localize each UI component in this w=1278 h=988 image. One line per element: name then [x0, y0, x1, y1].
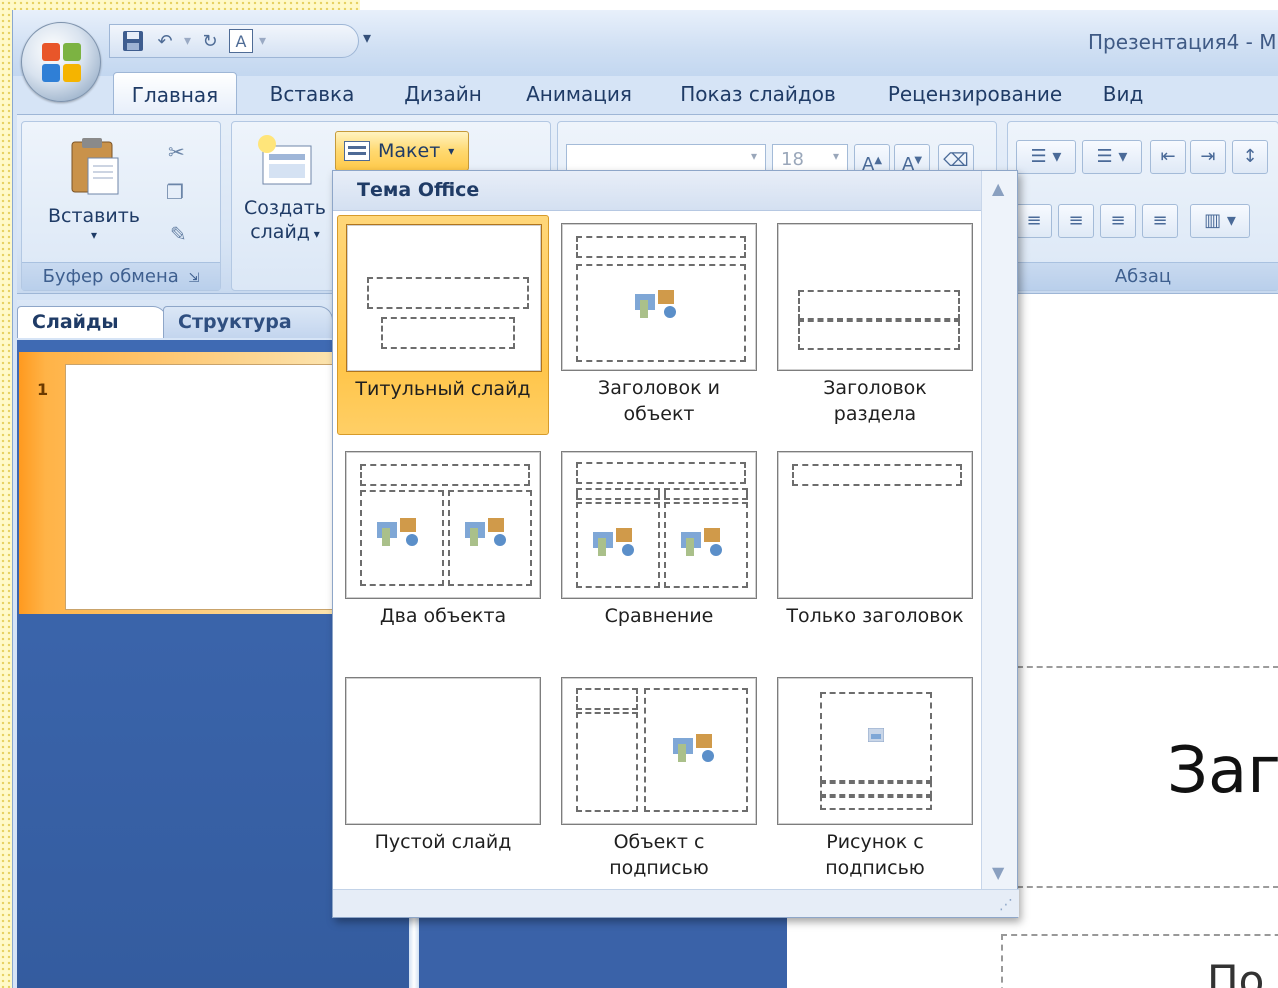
content-picture-icon: [681, 528, 722, 556]
layout-thumbnail: [345, 451, 541, 599]
gallery-footer: ⋰: [333, 889, 1019, 917]
customize-qat-icon[interactable]: ▾: [363, 28, 371, 47]
content-picture-icon: [593, 528, 634, 556]
layout-label: Заголовок и объект: [598, 377, 720, 425]
layout-title-slide[interactable]: Титульный слайд: [337, 215, 549, 435]
content-picture-icon: [673, 734, 714, 762]
scroll-down-icon[interactable]: ▼: [992, 863, 1004, 882]
layout-title-only[interactable]: Только заголовок: [769, 443, 981, 663]
slide-thumbnail[interactable]: [65, 364, 343, 610]
dialog-launcher-icon[interactable]: ⇲: [189, 271, 200, 286]
layout-thumbnail: [345, 677, 541, 825]
layout-label: Объект с подписью: [609, 831, 709, 879]
content-picture-icon: [635, 290, 676, 318]
office-button[interactable]: [21, 22, 101, 102]
line-spacing-icon[interactable]: ↕: [1232, 140, 1268, 174]
layout-comparison[interactable]: Сравнение: [553, 443, 765, 663]
layout-gallery: Тема Office ▲ ▼ Титульный слайд Заголово…: [332, 170, 1019, 918]
quick-access-toolbar: ↶ ▾ ↻ A ▾: [109, 24, 359, 58]
clipboard-group: Вставить ▾ ✂ ❐ ✎ Буфер обмена ⇲: [21, 121, 221, 291]
save-icon[interactable]: [120, 28, 146, 54]
paragraph-group-label: Абзац: [1008, 262, 1278, 290]
layout-section-header[interactable]: Заголовок раздела: [769, 215, 981, 435]
layout-label: Титульный слайд: [355, 378, 531, 400]
picture-placeholder-icon: [868, 728, 884, 742]
resize-grip-icon[interactable]: ⋰: [999, 897, 1013, 913]
window-title: Презентация4 - М: [1088, 30, 1277, 54]
layout-blank[interactable]: Пустой слайд: [337, 669, 549, 889]
slide-thumbnail-selection[interactable]: 1: [19, 352, 349, 614]
ribbon-tabs: Главная Вставка Дизайн Анимация Показ сл…: [113, 72, 1153, 116]
paragraph-group: ☰ ▾ ☰ ▾ ⇤ ⇥ ↕ ≡ ≡ ≡ ≡ ▥ ▾ Абзац: [1007, 121, 1278, 291]
decrease-indent-icon[interactable]: ⇤: [1150, 140, 1186, 174]
gallery-scrollbar[interactable]: ▲ ▼: [981, 171, 1017, 891]
tab-insert[interactable]: Вставка: [237, 72, 387, 116]
layout-label: Два объекта: [379, 605, 507, 627]
layout-thumbnail: [777, 677, 973, 825]
tab-outline[interactable]: Структура: [163, 306, 333, 338]
scroll-up-icon[interactable]: ▲: [992, 179, 1004, 198]
layout-label: Пустой слайд: [374, 831, 512, 853]
redo-icon[interactable]: ↻: [197, 28, 223, 54]
slide-number: 1: [37, 380, 49, 399]
tab-design[interactable]: Дизайн: [387, 72, 499, 116]
layout-thumbnail: [777, 223, 973, 371]
format-painter-icon[interactable]: ✎: [170, 222, 187, 246]
layout-content-caption[interactable]: Объект с подписью: [553, 669, 765, 889]
bullets-icon[interactable]: ☰ ▾: [1016, 140, 1076, 174]
layout-thumbnail: [346, 224, 542, 372]
title-placeholder-top-border: [1017, 666, 1278, 668]
content-picture-icon: [465, 518, 506, 546]
layout-picture-caption[interactable]: Рисунок с подписью: [769, 669, 981, 889]
clipboard-group-label: Буфер обмена ⇲: [22, 262, 220, 290]
layout-icon: [344, 141, 370, 161]
font-format-icon[interactable]: A: [229, 29, 254, 53]
gallery-header: Тема Office: [333, 171, 981, 211]
office-logo-icon: [42, 43, 82, 83]
tab-slide-show[interactable]: Показ слайдов: [659, 72, 857, 116]
slide-subtitle-text[interactable]: По: [1207, 956, 1264, 988]
align-left-icon[interactable]: ≡: [1016, 204, 1052, 238]
layout-thumbnail: [561, 677, 757, 825]
justify-icon[interactable]: ≡: [1142, 204, 1178, 238]
layout-label: Только заголовок: [786, 605, 964, 627]
tab-home[interactable]: Главная: [113, 72, 237, 116]
new-slide-button[interactable]: Создать слайд ▾: [240, 132, 330, 246]
columns-icon[interactable]: ▥ ▾: [1190, 204, 1250, 238]
tab-review[interactable]: Рецензирование: [857, 72, 1093, 116]
align-center-icon[interactable]: ≡: [1058, 204, 1094, 238]
paste-button[interactable]: Вставить ▾: [34, 136, 154, 242]
paste-label: Вставить: [47, 205, 140, 227]
copy-icon[interactable]: ❐: [166, 180, 184, 204]
pane-tabs: Слайды Структура: [17, 300, 357, 338]
layout-thumbnail: [777, 451, 973, 599]
cut-icon[interactable]: ✂: [168, 140, 185, 164]
undo-icon[interactable]: ↶: [152, 28, 178, 54]
font-format-dropdown-icon[interactable]: ▾: [259, 33, 266, 49]
align-right-icon[interactable]: ≡: [1100, 204, 1136, 238]
layout-label: Рисунок с подписью: [825, 831, 925, 879]
layout-title-content[interactable]: Заголовок и объект: [553, 215, 765, 435]
content-picture-icon: [377, 518, 418, 546]
slide-title-text[interactable]: Заг: [1167, 734, 1278, 808]
tab-slides[interactable]: Слайды: [17, 306, 167, 338]
increase-indent-icon[interactable]: ⇥: [1190, 140, 1226, 174]
layout-dropdown-icon: ▾: [448, 144, 455, 158]
layout-thumbnail: [561, 451, 757, 599]
layout-label: Сравнение: [604, 605, 714, 627]
layout-thumbnail: [561, 223, 757, 371]
new-slide-icon: [258, 135, 312, 185]
title-placeholder-bottom-border: [1017, 886, 1278, 888]
layout-label: Заголовок раздела: [823, 377, 927, 425]
tab-view[interactable]: Вид: [1093, 72, 1153, 116]
undo-dropdown-icon[interactable]: ▾: [184, 33, 191, 49]
layout-button[interactable]: Макет ▾: [335, 131, 469, 171]
tab-animation[interactable]: Анимация: [499, 72, 659, 116]
paste-icon: [64, 136, 124, 198]
title-bar: ↶ ▾ ↻ A ▾ ▾ Презентация4 - М: [13, 10, 1278, 76]
layout-two-content[interactable]: Два объекта: [337, 443, 549, 663]
numbering-icon[interactable]: ☰ ▾: [1082, 140, 1142, 174]
paste-dropdown-icon[interactable]: ▾: [34, 228, 154, 242]
